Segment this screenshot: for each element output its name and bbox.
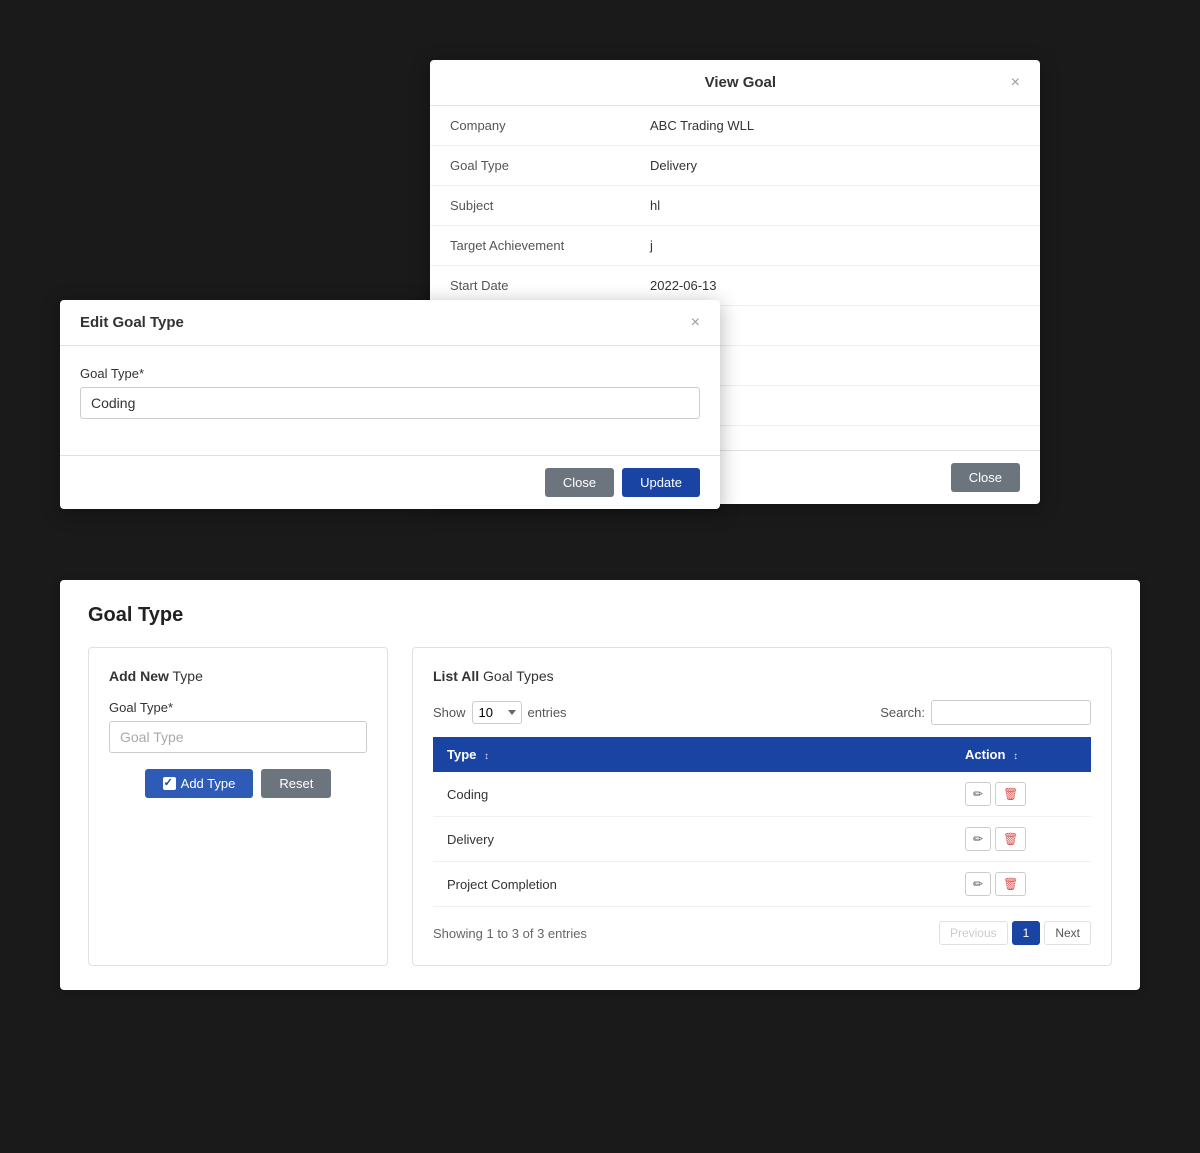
edit-goal-title: Edit Goal Type bbox=[80, 314, 184, 331]
column-action: Action ↕ bbox=[951, 737, 1091, 772]
panel-content: Add New Type Goal Type* ✓ Add Type Reset… bbox=[88, 647, 1112, 966]
edit-update-button[interactable]: Update bbox=[622, 468, 700, 497]
view-goal-modal-header: View Goal × bbox=[430, 60, 1040, 106]
row-actions-projectcompletion: ✏ 🗑 bbox=[951, 862, 1091, 907]
previous-page-button[interactable]: Previous bbox=[939, 921, 1008, 945]
company-value: ABC Trading WLL bbox=[650, 118, 1020, 133]
edit-goal-body: Goal Type* bbox=[60, 346, 720, 455]
company-label: Company bbox=[450, 118, 650, 133]
subject-label: Subject bbox=[450, 198, 650, 213]
edit-goal-close-x[interactable]: × bbox=[691, 315, 700, 331]
show-entries: Show 10 25 50 100 entries bbox=[433, 701, 567, 724]
search-label: Search: bbox=[880, 705, 925, 720]
goaltype-label: Goal Type bbox=[450, 158, 650, 173]
delete-coding-button[interactable]: 🗑 bbox=[995, 782, 1026, 806]
table-body: Coding ✏ 🗑 Delivery ✏ bbox=[433, 772, 1091, 907]
edit-delivery-button[interactable]: ✏ bbox=[965, 827, 991, 851]
table-controls: Show 10 25 50 100 entries Search: bbox=[433, 700, 1091, 725]
search-control: Search: bbox=[880, 700, 1091, 725]
list-card-title-suffix: Goal Types bbox=[479, 668, 553, 684]
entries-label: entries bbox=[528, 705, 567, 720]
list-card: List All Goal Types Show 10 25 50 100 en… bbox=[412, 647, 1112, 966]
add-card-title-strong: Add New bbox=[109, 668, 169, 684]
add-card-buttons: ✓ Add Type Reset bbox=[109, 769, 367, 798]
edit-goal-type-input[interactable] bbox=[80, 387, 700, 419]
next-page-button[interactable]: Next bbox=[1044, 921, 1091, 945]
row-type-projectcompletion: Project Completion bbox=[433, 862, 951, 907]
type-sort-icon[interactable]: ↕ bbox=[484, 751, 489, 762]
view-goal-row-target: Target Achievement j bbox=[430, 226, 1040, 266]
action-btns-projectcompletion: ✏ 🗑 bbox=[965, 872, 1077, 896]
row-type-coding: Coding bbox=[433, 772, 951, 817]
add-card-title-suffix: Type bbox=[169, 668, 203, 684]
add-type-card: Add New Type Goal Type* ✓ Add Type Reset bbox=[88, 647, 388, 966]
view-goal-row-company: Company ABC Trading WLL bbox=[430, 106, 1040, 146]
checkbox-icon: ✓ bbox=[163, 777, 176, 790]
edit-goal-type-label: Goal Type* bbox=[80, 366, 700, 381]
goal-types-table: Type ↕ Action ↕ Coding bbox=[433, 737, 1091, 907]
table-row: Coding ✏ 🗑 bbox=[433, 772, 1091, 817]
page-1-button[interactable]: 1 bbox=[1012, 921, 1041, 945]
row-actions-coding: ✏ 🗑 bbox=[951, 772, 1091, 817]
row-type-delivery: Delivery bbox=[433, 817, 951, 862]
table-row: Project Completion ✏ 🗑 bbox=[433, 862, 1091, 907]
table-footer: Showing 1 to 3 of 3 entries Previous 1 N… bbox=[433, 921, 1091, 945]
list-card-title: List All Goal Types bbox=[433, 668, 1091, 684]
subject-value: hl bbox=[650, 198, 1020, 213]
goaltype-value: Delivery bbox=[650, 158, 1020, 173]
view-goal-close-button[interactable]: Close bbox=[951, 463, 1020, 492]
startdate-label: Start Date bbox=[450, 278, 650, 293]
view-goal-row-subject: Subject hl bbox=[430, 186, 1040, 226]
show-label: Show bbox=[433, 705, 466, 720]
edit-close-button[interactable]: Close bbox=[545, 468, 614, 497]
edit-goal-footer: Close Update bbox=[60, 455, 720, 509]
view-goal-title: View Goal bbox=[470, 74, 1011, 91]
target-value: j bbox=[650, 238, 1020, 253]
delete-delivery-button[interactable]: 🗑 bbox=[995, 827, 1026, 851]
reset-button[interactable]: Reset bbox=[261, 769, 331, 798]
search-input[interactable] bbox=[931, 700, 1091, 725]
edit-projectcompletion-button[interactable]: ✏ bbox=[965, 872, 991, 896]
table-header-row: Type ↕ Action ↕ bbox=[433, 737, 1091, 772]
list-card-title-strong: List All bbox=[433, 668, 479, 684]
column-type: Type ↕ bbox=[433, 737, 951, 772]
edit-goal-type-group: Goal Type* bbox=[80, 366, 700, 419]
delete-projectcompletion-button[interactable]: 🗑 bbox=[995, 872, 1026, 896]
pagination: Previous 1 Next bbox=[939, 921, 1091, 945]
startdate-value: 2022-06-13 bbox=[650, 278, 1020, 293]
table-row: Delivery ✏ 🗑 bbox=[433, 817, 1091, 862]
action-sort-icon[interactable]: ↕ bbox=[1013, 751, 1018, 762]
add-type-button[interactable]: ✓ Add Type bbox=[145, 769, 254, 798]
entries-select[interactable]: 10 25 50 100 bbox=[472, 701, 522, 724]
action-btns-coding: ✏ 🗑 bbox=[965, 782, 1077, 806]
main-panel: Goal Type Add New Type Goal Type* ✓ Add … bbox=[60, 580, 1140, 990]
add-type-group: Goal Type* bbox=[109, 700, 367, 753]
edit-goal-header: Edit Goal Type × bbox=[60, 300, 720, 346]
view-goal-row-goaltype: Goal Type Delivery bbox=[430, 146, 1040, 186]
add-card-title: Add New Type bbox=[109, 668, 367, 684]
edit-coding-button[interactable]: ✏ bbox=[965, 782, 991, 806]
row-actions-delivery: ✏ 🗑 bbox=[951, 817, 1091, 862]
add-type-button-label: Add Type bbox=[181, 776, 236, 791]
page-title: Goal Type bbox=[88, 604, 1112, 627]
edit-goal-modal: Edit Goal Type × Goal Type* Close Update bbox=[60, 300, 720, 509]
target-label: Target Achievement bbox=[450, 238, 650, 253]
add-type-input[interactable] bbox=[109, 721, 367, 753]
add-type-label: Goal Type* bbox=[109, 700, 367, 715]
view-goal-close-x[interactable]: × bbox=[1011, 75, 1020, 91]
action-btns-delivery: ✏ 🗑 bbox=[965, 827, 1077, 851]
footer-text: Showing 1 to 3 of 3 entries bbox=[433, 926, 587, 941]
